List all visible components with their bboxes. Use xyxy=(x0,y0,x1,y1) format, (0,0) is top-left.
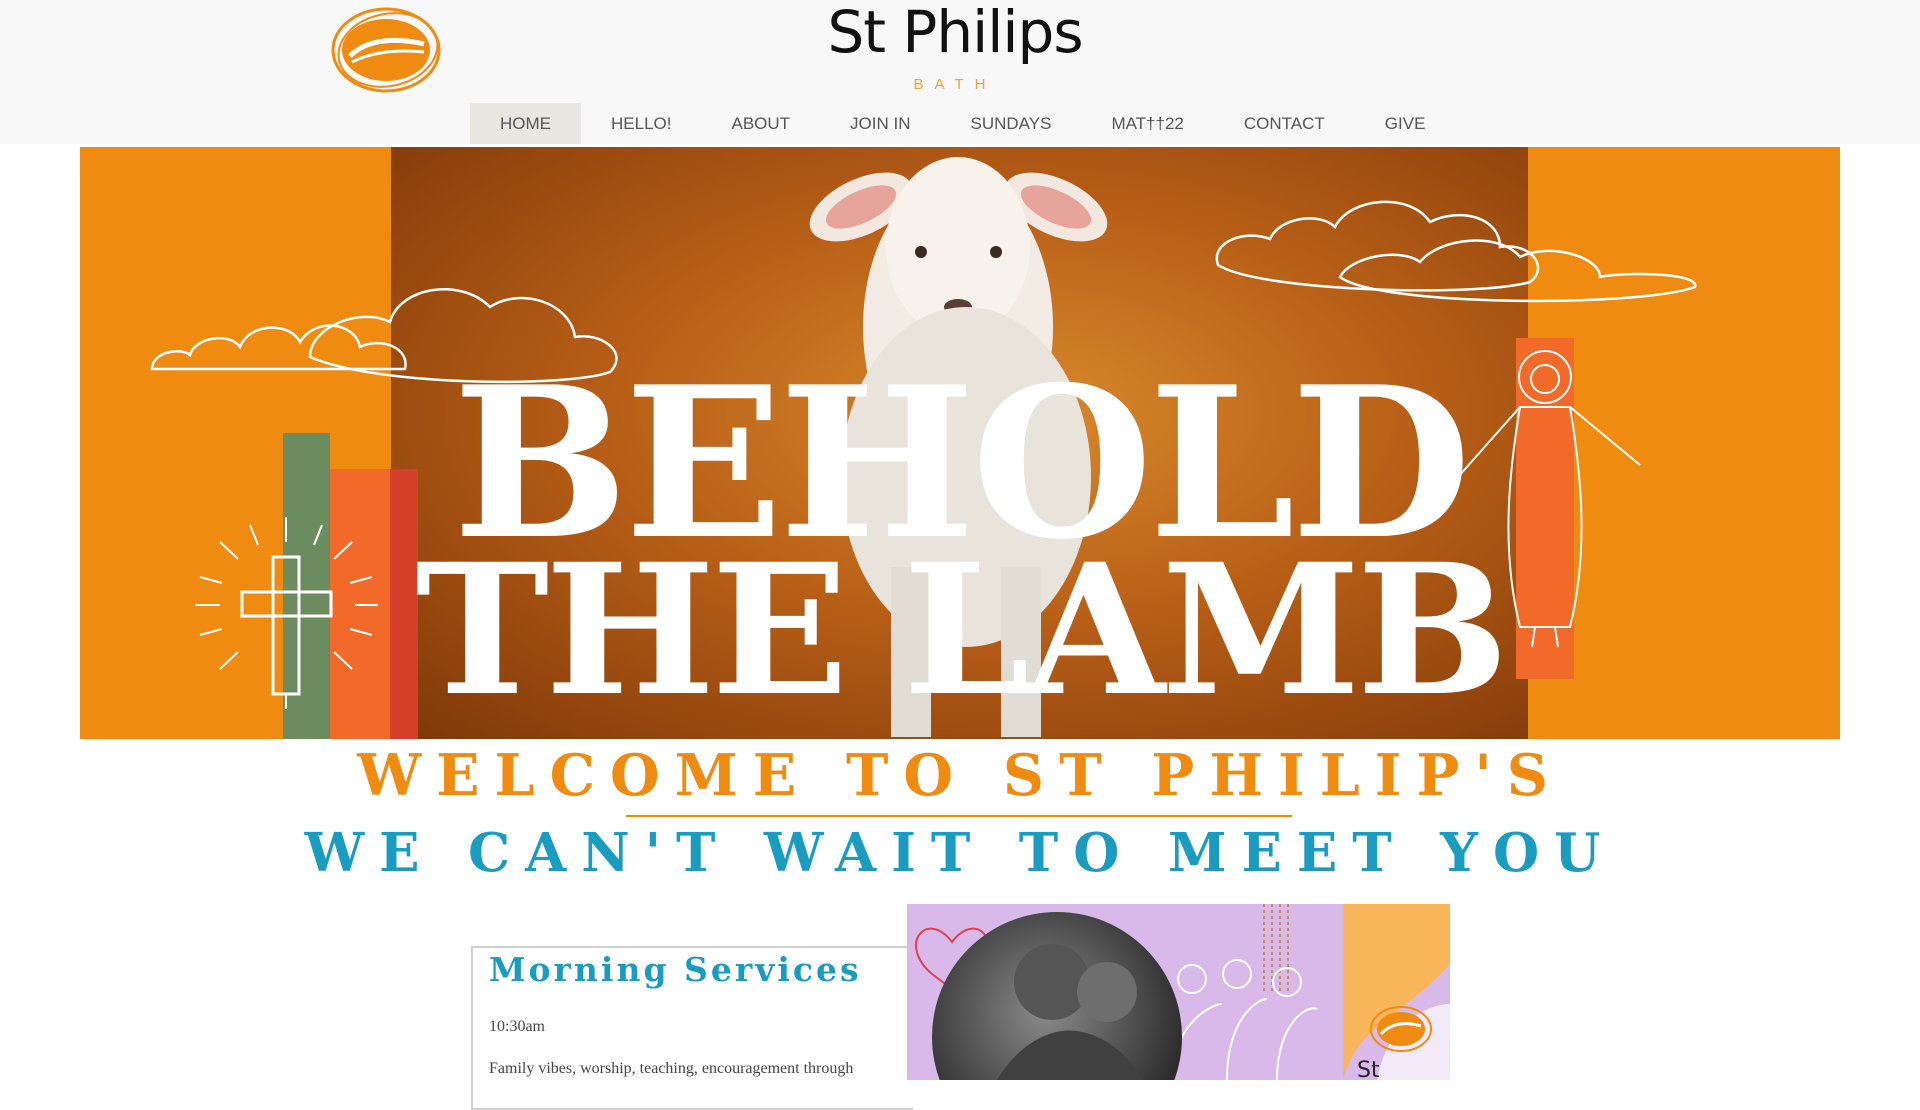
site-title[interactable]: St Philips xyxy=(780,0,1130,66)
nav-item-hello[interactable]: HELLO! xyxy=(581,103,701,144)
heading-divider xyxy=(626,815,1292,817)
services-time: 10:30am xyxy=(489,1018,545,1035)
promo-brand-text: St Philips xyxy=(1357,1058,1380,1080)
welcome-heading: WELCOME TO ST PHILIP'S xyxy=(357,742,1563,809)
hero-banner: BEHOLD THE LAMB xyxy=(80,147,1840,739)
promo-graphic[interactable]: St Philips xyxy=(907,904,1450,1080)
promo-logo-icon xyxy=(1370,1006,1432,1052)
site-subtitle: BATH xyxy=(913,76,997,93)
church-logo-icon[interactable] xyxy=(328,4,446,96)
main-nav: HOME HELLO! ABOUT JOIN IN SUNDAYS MAT††2… xyxy=(470,103,1455,144)
services-title: Morning Services xyxy=(489,950,862,989)
nav-item-about[interactable]: ABOUT xyxy=(701,103,820,144)
services-description: Family vibes, worship, teaching, encoura… xyxy=(489,1060,854,1077)
nav-item-contact[interactable]: CONTACT xyxy=(1214,103,1355,144)
site-header: St Philips BATH HOME HELLO! ABOUT JOIN I… xyxy=(0,0,1920,144)
nav-item-join-in[interactable]: JOIN IN xyxy=(820,103,940,144)
hero-title-line2: THE LAMB xyxy=(415,524,1508,736)
hero-title: BEHOLD THE LAMB xyxy=(400,360,1520,736)
nav-item-give[interactable]: GIVE xyxy=(1355,103,1456,144)
welcome-tagline: WE CAN'T WAIT TO MEET YOU xyxy=(304,822,1616,884)
morning-services-card: Morning Services 10:30am Family vibes, w… xyxy=(471,946,913,1110)
nav-item-home[interactable]: HOME xyxy=(470,103,581,144)
nav-item-sundays[interactable]: SUNDAYS xyxy=(941,103,1082,144)
nav-item-matt22[interactable]: MAT††22 xyxy=(1081,103,1213,144)
